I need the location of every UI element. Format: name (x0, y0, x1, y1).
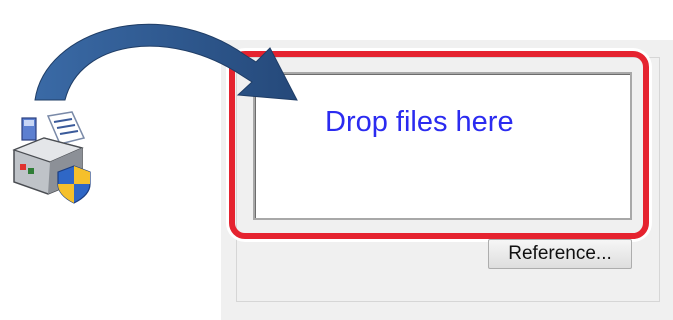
highlight-frame (229, 51, 649, 239)
printer-with-shield-icon (12, 111, 91, 204)
reference-button[interactable]: Reference... (488, 239, 632, 269)
